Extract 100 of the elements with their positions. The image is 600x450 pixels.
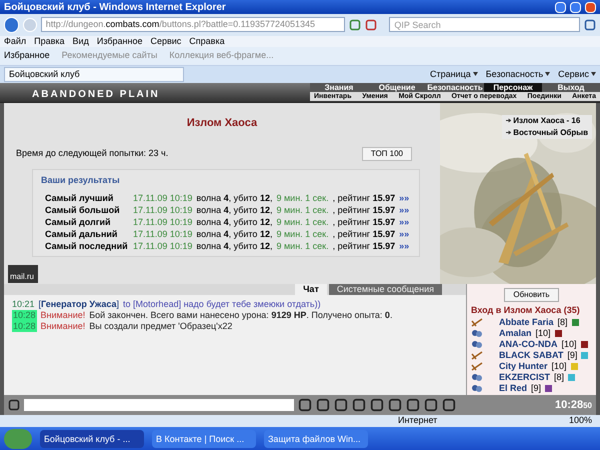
zoom-status[interactable]: 100% xyxy=(568,414,592,428)
info-icon[interactable] xyxy=(572,319,579,326)
result-date: 17.11.09 10:19 xyxy=(133,192,192,204)
message-time: 10:21 xyxy=(12,298,35,310)
taskbar-button[interactable]: В Контакте | Поиск ... xyxy=(152,430,256,448)
details-link[interactable]: »» xyxy=(399,240,410,252)
info-icon[interactable] xyxy=(545,385,552,392)
player-level: [8] xyxy=(554,372,564,384)
result-date: 17.11.09 10:19 xyxy=(133,240,192,252)
browser-tab[interactable]: Бойцовский клуб xyxy=(4,66,184,82)
result-label: Самый дальний xyxy=(45,228,118,240)
result-date: 17.11.09 10:19 xyxy=(133,216,192,228)
maximize-button[interactable] xyxy=(570,2,581,12)
info-icon[interactable] xyxy=(580,341,588,348)
favorites-button[interactable]: Избранное xyxy=(4,49,50,63)
menu-item[interactable]: Сервис xyxy=(150,34,182,48)
menu-item[interactable]: Вид xyxy=(72,34,89,48)
info-icon[interactable] xyxy=(554,330,562,338)
caret-icon xyxy=(472,72,478,76)
result-summary: волна 4, убито 12, xyxy=(196,204,272,216)
location-link[interactable]: Излом Хаоса - 16 xyxy=(513,114,580,127)
chat-tab[interactable]: Чат xyxy=(295,284,327,295)
result-date: 17.11.09 10:19 xyxy=(133,228,192,240)
result-summary: волна 4, убито 12, xyxy=(196,216,272,228)
zone-status: Интернет xyxy=(398,414,438,428)
player-level: [9] xyxy=(567,350,578,362)
message-text: Вы создали предмет 'Образец'x22 xyxy=(89,320,232,332)
result-rating: , рейтинг 15.97 xyxy=(332,192,396,204)
result-summary: волна 4, убито 12, xyxy=(196,192,272,204)
result-duration: 9 мин. 1 сек. xyxy=(276,228,329,240)
player-name[interactable]: El Red xyxy=(499,383,528,394)
message-text: Бой закончен. Всего вами нанесено урона: 9129 HP. Получено опыта: 0. xyxy=(89,310,392,321)
command-button[interactable]: Страница xyxy=(430,68,478,81)
clock: 10:2850 xyxy=(554,398,592,413)
player-name[interactable]: ANA-CO-NDA xyxy=(499,339,558,350)
result-label: Самый большой xyxy=(45,204,121,216)
taskbar-button[interactable]: Бойцовский клуб - ... xyxy=(40,430,144,448)
results-title: Ваши результаты xyxy=(41,174,121,188)
game-logo: ABANDONED PLAIN xyxy=(31,88,161,102)
caret-icon xyxy=(591,72,596,76)
details-link[interactable]: »» xyxy=(399,216,410,228)
player-level: [8] xyxy=(558,317,568,328)
result-summary: волна 4, убито 12, xyxy=(196,240,272,252)
player-name[interactable]: Amalan xyxy=(499,328,532,340)
result-rating: , рейтинг 15.97 xyxy=(332,216,396,228)
command-button[interactable]: Безопасность xyxy=(486,68,550,81)
people-icon xyxy=(471,373,483,382)
close-button[interactable] xyxy=(585,2,596,12)
menu-item[interactable]: Правка xyxy=(34,34,65,48)
menu-item[interactable]: Справка xyxy=(189,34,225,48)
player-level: [10] xyxy=(536,328,551,340)
player-level: [10] xyxy=(552,361,567,372)
result-label: Самый последний xyxy=(45,240,129,252)
sword-icon xyxy=(471,362,483,372)
message-sender[interactable]: [Генератор Ужаса] xyxy=(38,298,120,310)
sword-icon xyxy=(471,318,483,328)
caret-icon xyxy=(545,72,550,76)
result-rating: , рейтинг 15.97 xyxy=(332,240,396,252)
result-rating: , рейтинг 15.97 xyxy=(332,228,396,240)
alert-label: Внимание! xyxy=(40,310,86,321)
message-time: 10:28 xyxy=(12,310,37,321)
counter-badge: mail.ru xyxy=(8,264,38,283)
result-summary: волна 4, убито 12, xyxy=(196,228,272,240)
player-name[interactable]: EKZERCIST xyxy=(499,372,550,384)
message-time: 10:28 xyxy=(12,320,37,332)
taskbar-button[interactable]: Защита файлов Win... xyxy=(264,430,368,448)
player-level: [9] xyxy=(531,383,542,394)
menu-item[interactable]: Избранное xyxy=(96,34,142,48)
search-field[interactable]: QIP Search xyxy=(389,17,580,32)
arrow-icon xyxy=(506,130,512,136)
chat-input[interactable] xyxy=(24,399,294,412)
result-rating: , рейтинг 15.97 xyxy=(332,204,396,216)
result-duration: 9 мин. 1 сек. xyxy=(276,204,329,216)
sword-icon xyxy=(471,351,483,360)
attempt-timer: Время до следующей попытки: 23 ч. xyxy=(16,147,168,160)
player-name[interactable]: Abbate Faria xyxy=(499,317,554,328)
player-name[interactable]: BLACK SABAT xyxy=(499,350,564,362)
chat-tab[interactable]: Системные сообщения xyxy=(328,284,442,295)
location-link[interactable]: Восточный Обрыв xyxy=(513,126,588,139)
menu-item[interactable]: Файл xyxy=(4,34,26,48)
back-button[interactable] xyxy=(4,16,20,33)
players-title: Вход в Излом Хаоса (35) xyxy=(471,304,580,317)
result-date: 17.11.09 10:19 xyxy=(133,204,192,216)
result-label: Самый долгий xyxy=(45,216,112,228)
refresh-button[interactable]: Обновить xyxy=(504,288,559,302)
details-link[interactable]: »» xyxy=(399,228,410,240)
result-duration: 9 мин. 1 сек. xyxy=(276,192,329,204)
people-icon xyxy=(471,340,483,350)
player-name[interactable]: City Hunter xyxy=(499,361,548,372)
address-field[interactable]: http://dungeon.combats.com/buttons.pl?battle=0.119357724051345 xyxy=(40,17,346,32)
top-button[interactable]: ТОП 100 xyxy=(362,147,412,162)
command-button[interactable]: Сервис xyxy=(558,68,596,81)
details-link[interactable]: »» xyxy=(399,204,410,216)
details-link[interactable]: »» xyxy=(399,192,410,204)
result-label: Самый лучший xyxy=(45,192,114,204)
people-icon xyxy=(471,384,483,394)
start-button[interactable] xyxy=(4,428,32,449)
minimize-button[interactable] xyxy=(555,2,566,12)
player-level: [10] xyxy=(562,339,577,350)
page-title: Излом Хаоса xyxy=(186,116,258,131)
